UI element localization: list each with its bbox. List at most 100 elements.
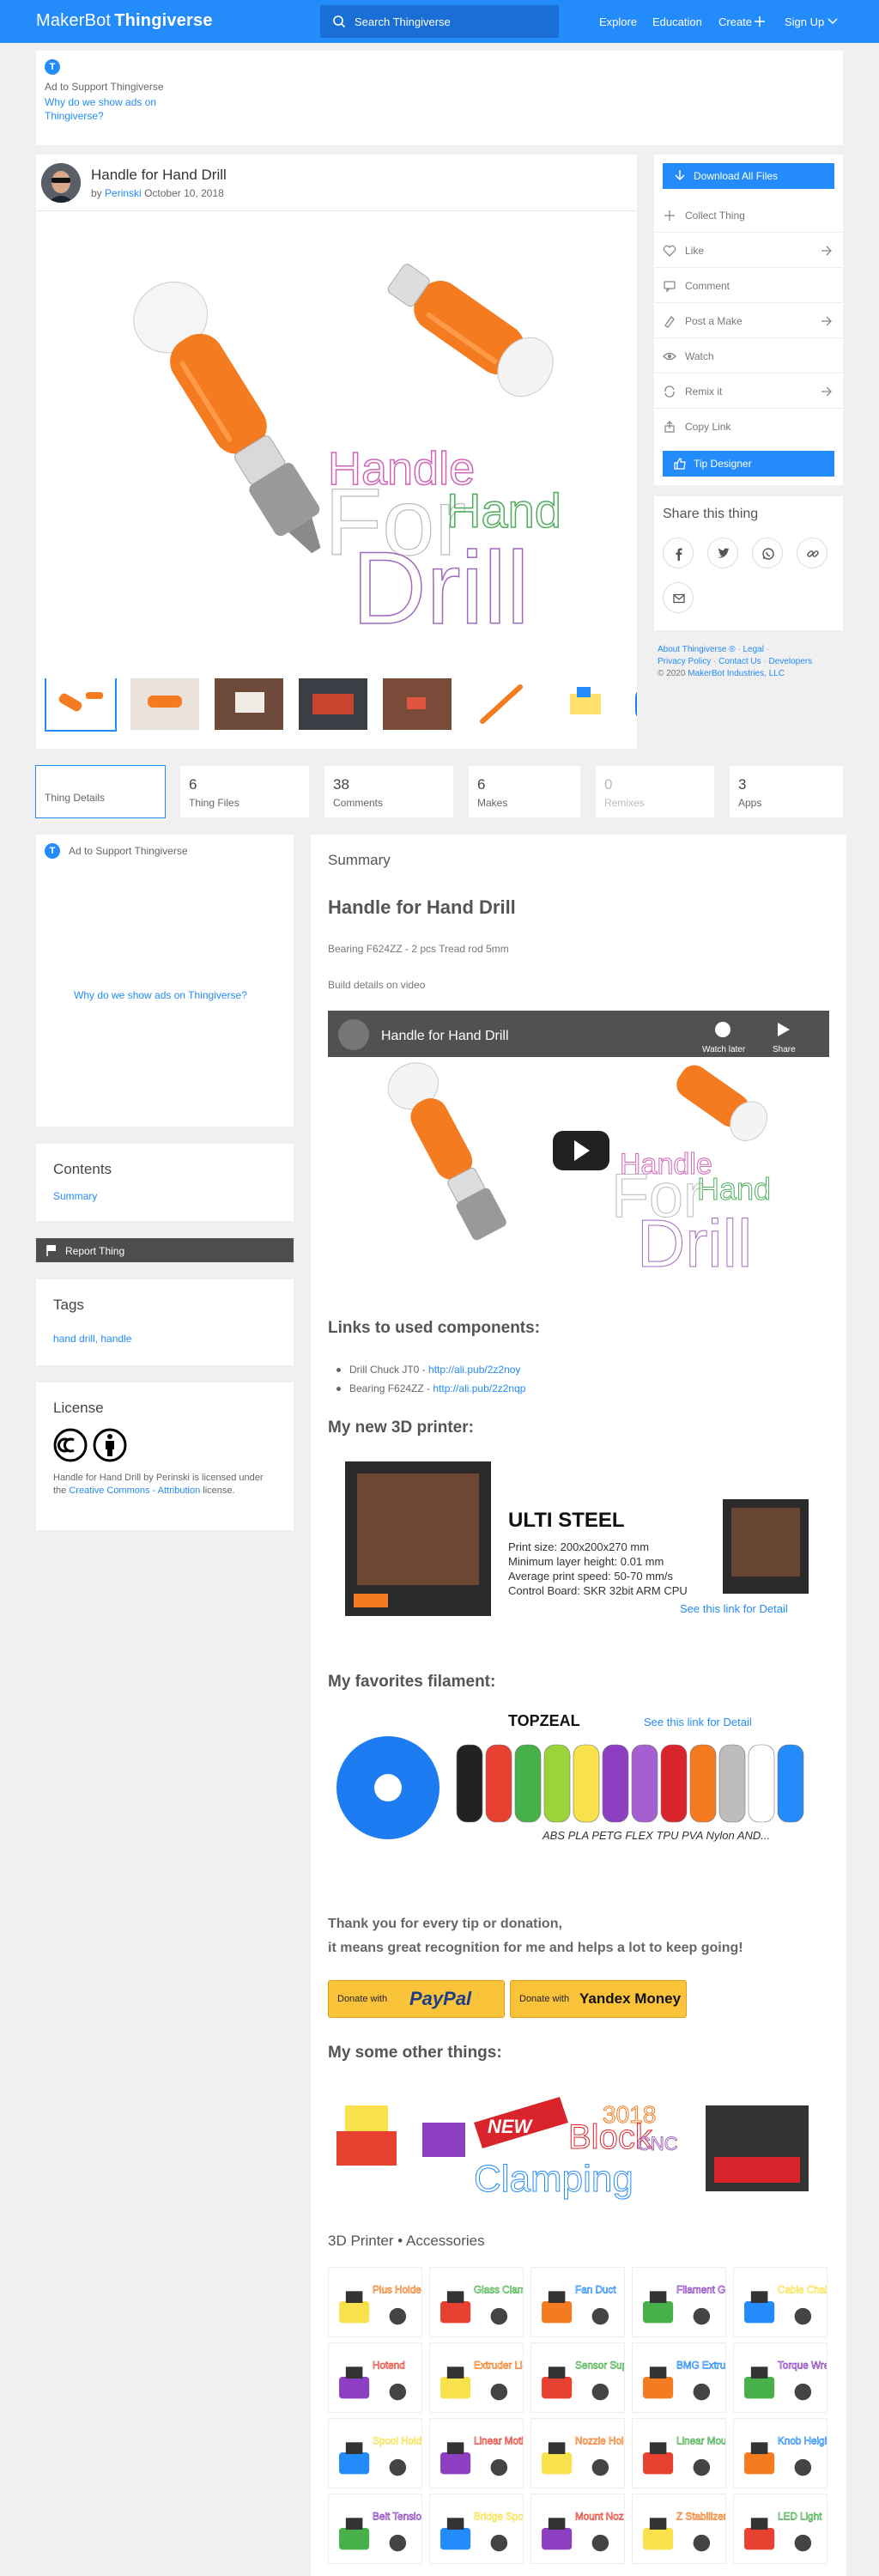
summary-line-2: Build details on video [328, 979, 426, 991]
email-share-button[interactable] [663, 582, 694, 613]
whatsapp-share-button[interactable] [752, 538, 783, 568]
accessory-tile[interactable]: Belt Tensioner [328, 2494, 422, 2564]
accessory-tile[interactable]: Hotend [328, 2342, 422, 2413]
report-thing-button[interactable]: Report Thing [36, 1238, 294, 1262]
logo-thingiverse: Thingiverse [114, 11, 213, 30]
whatsapp-icon [762, 548, 774, 560]
nav-sign-up[interactable]: Sign Up [785, 15, 824, 28]
tab-comments[interactable]: 38 Comments [324, 766, 453, 817]
thumbnail-5[interactable] [383, 678, 452, 730]
post-a-make-button[interactable]: Post a Make [654, 303, 843, 338]
thumbnail-7[interactable] [551, 678, 620, 730]
accessory-tile[interactable]: Glass Clamp [429, 2267, 524, 2337]
collect-thing-button[interactable]: Collect Thing [654, 197, 843, 233]
thumbnail-1[interactable] [45, 678, 117, 732]
share-title: Share this thing [663, 507, 759, 521]
arrow-right-icon [821, 386, 832, 397]
thumbnail-4[interactable] [299, 678, 367, 730]
accessory-tile[interactable]: Knob Height [733, 2418, 827, 2488]
video-embed[interactable]: Handle for Hand Drill Watch later Share … [328, 1011, 829, 1277]
company-link[interactable]: MakerBot Industries, LLC [688, 669, 785, 678]
tab-count: 6 [477, 776, 486, 793]
tip-designer-button[interactable]: Tip Designer [663, 451, 834, 477]
accessory-tile[interactable]: Cable Chain [733, 2267, 827, 2337]
thumbnail-2[interactable] [130, 678, 199, 730]
privacy-link[interactable]: Privacy Policy [658, 657, 711, 666]
thumbnail-6[interactable] [467, 678, 536, 730]
chevron-down-icon[interactable] [827, 18, 838, 25]
filament-spool [485, 1744, 512, 1823]
thumbnail-8[interactable] [635, 678, 637, 730]
component-link[interactable]: http://ali.pub/2z2nqp [433, 1382, 525, 1394]
tile-label: Fan Duct [575, 2284, 616, 2295]
contents-summary-link[interactable]: Summary [53, 1190, 97, 1202]
accessory-tile[interactable]: Nozzle Holder [530, 2418, 625, 2488]
copy-link-button[interactable]: Copy Link [654, 409, 843, 444]
accessory-tile[interactable]: Bridge Spool [429, 2494, 524, 2564]
tab-makes[interactable]: 6 Makes [469, 766, 580, 817]
remix-button[interactable]: Remix it [654, 374, 843, 409]
search-input[interactable]: Search Thingiverse [320, 5, 559, 38]
watch-button[interactable]: Watch [654, 338, 843, 374]
accessory-tile[interactable]: BMG Extruder [632, 2342, 726, 2413]
tags-card: Tags hand drill, handle [36, 1279, 294, 1365]
paypal-logo: PayPal [409, 1988, 472, 2009]
author-link[interactable]: Perinski [105, 187, 142, 199]
tile-label: Filament Guide [676, 2284, 726, 2295]
tab-apps[interactable]: 3 Apps [730, 766, 843, 817]
printer-banner-image[interactable]: ULTI STEEL Print size: 200x200x270 mm Mi… [328, 1448, 829, 1628]
printer-detail-link[interactable]: See this link for Detail [680, 1602, 788, 1615]
legal-link[interactable]: Legal [743, 645, 763, 654]
accessory-tile[interactable]: Extruder Light [429, 2342, 524, 2413]
copy-link-share-button[interactable] [797, 538, 827, 568]
comment-button[interactable]: Comment [654, 268, 843, 303]
video-title: Handle for Hand Drill [381, 1029, 509, 1043]
plus-icon[interactable] [755, 16, 765, 27]
accessory-tile[interactable]: Plus Holder [328, 2267, 422, 2337]
ad-why-link[interactable]: Why do we show ads on Thingiverse? [74, 989, 247, 1001]
filament-banner-image[interactable]: TOPZEAL See this link for Detail ABS PLA… [328, 1702, 829, 1856]
accessory-tile[interactable]: Fan Duct [530, 2267, 625, 2337]
accessory-tile[interactable]: LED Light [733, 2494, 827, 2564]
tile-label: Hotend [373, 2360, 405, 2371]
thing-main-image[interactable]: Handle For Hand Drill [36, 211, 637, 666]
accessory-tile[interactable]: Mount Nozzle [530, 2494, 625, 2564]
twitter-share-button[interactable] [707, 538, 738, 568]
thumbnail-3[interactable] [215, 678, 283, 730]
license-text: Handle for Hand Drill by Perinski is lic… [53, 1472, 276, 1498]
accessory-tile[interactable]: Sensor Support [530, 2342, 625, 2413]
other-things-banner[interactable]: NEW Block Clamping 3018 CNC [328, 2080, 829, 2208]
donate-yandex-button[interactable]: Donate with Yandex Money [510, 1980, 687, 2018]
video-watch-later[interactable]: Watch later [702, 1045, 746, 1054]
accessory-tile[interactable]: Z Stabilizer [632, 2494, 726, 2564]
ad-why-link[interactable]: Why do we show ads on Thingiverse? [45, 95, 165, 123]
donate-paypal-button[interactable]: Donate with PayPal [328, 1980, 505, 2018]
filament-detail-link[interactable]: See this link for Detail [644, 1716, 752, 1728]
tab-remixes[interactable]: 0 Remixes [596, 766, 714, 817]
tab-thing-details[interactable]: Thing Details [35, 765, 166, 818]
contact-link[interactable]: Contact Us [718, 657, 761, 666]
avatar[interactable] [41, 163, 81, 203]
tab-thing-files[interactable]: 6 Thing Files [180, 766, 309, 817]
license-link[interactable]: Creative Commons - Attribution [69, 1485, 200, 1496]
component-link[interactable]: http://ali.pub/2z2noy [428, 1364, 520, 1376]
video-share[interactable]: Share [773, 1045, 796, 1054]
tags-links[interactable]: hand drill, handle [53, 1333, 131, 1345]
accessory-tile[interactable]: Spool Holder [328, 2418, 422, 2488]
developers-link[interactable]: Developers [769, 657, 813, 666]
nav-create[interactable]: Create [718, 15, 752, 28]
accessory-tile[interactable]: Linear Motion [429, 2418, 524, 2488]
site-logo[interactable]: MakerBot Thingiverse [36, 11, 213, 31]
accessory-tile[interactable]: Linear Mount [632, 2418, 726, 2488]
download-icon [675, 170, 685, 181]
download-all-files-button[interactable]: Download All Files [663, 163, 834, 189]
tile-label: BMG Extruder [676, 2360, 726, 2371]
comment-icon [664, 281, 676, 293]
facebook-share-button[interactable] [663, 538, 694, 568]
accessory-tile[interactable]: Filament Guide [632, 2267, 726, 2337]
accessory-tile[interactable]: Torque Wrench [733, 2342, 827, 2413]
nav-education[interactable]: Education [652, 15, 702, 28]
like-button[interactable]: Like [654, 233, 843, 268]
nav-explore[interactable]: Explore [599, 15, 637, 28]
about-link[interactable]: About Thingiverse ® [658, 645, 736, 654]
